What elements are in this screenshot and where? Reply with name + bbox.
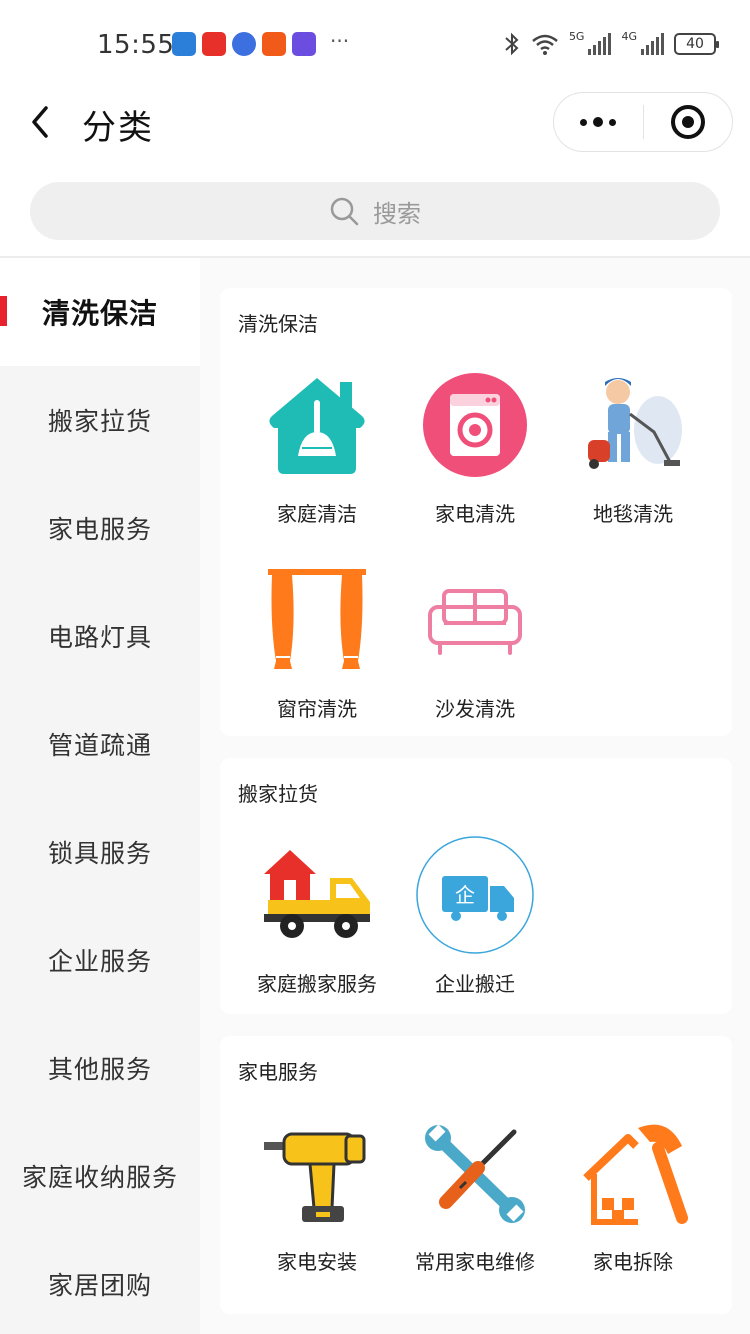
enterprise-badge: 企 (455, 883, 475, 907)
sofa-icon (428, 589, 522, 655)
washing-machine-icon (423, 373, 527, 477)
service-item[interactable]: 沙发清洗 (395, 565, 555, 745)
notification-app-icon (172, 32, 196, 56)
signal-bars-icon (588, 33, 612, 55)
status-bar: 15:55 ··· 5G 4G 40 (0, 0, 750, 90)
mini-program-capsule (553, 92, 733, 152)
drill-icon (264, 1132, 366, 1222)
service-label: 家电安装 (277, 1250, 357, 1274)
sidebar-item-storage[interactable]: 家庭收纳服务 (0, 1122, 200, 1230)
target-icon (670, 105, 705, 139)
sidebar-item-enterprise[interactable]: 企业服务 (0, 906, 200, 1014)
chevron-left-icon (32, 106, 48, 138)
bluetooth-icon (505, 32, 519, 56)
search-icon (330, 197, 359, 226)
wifi-icon (532, 34, 558, 55)
section-card: 清洗保洁 家庭清洁 家电清洗 地毯清洗 窗帘清洗 沙发清洗 (220, 288, 732, 736)
notification-app-icon (292, 32, 316, 56)
sidebar-item-group-buy[interactable]: 家居团购 (0, 1230, 200, 1334)
service-item[interactable]: 家电拆除 (553, 1118, 713, 1298)
service-item[interactable]: 家电安装 (237, 1118, 397, 1298)
section-title: 搬家拉货 (238, 782, 318, 806)
notification-app-icon (232, 32, 256, 56)
service-label: 家电清洗 (435, 502, 515, 526)
service-item[interactable]: 家电清洗 (395, 370, 555, 550)
section-title: 清洗保洁 (238, 312, 318, 336)
service-item[interactable]: 地毯清洗 (553, 370, 713, 550)
service-label: 企业搬迁 (435, 972, 515, 996)
service-item[interactable]: 常用家电维修 (395, 1118, 555, 1298)
more-dots-icon (580, 117, 617, 127)
carpet-cleaner-icon (588, 378, 682, 469)
sidebar-item-locks[interactable]: 锁具服务 (0, 798, 200, 906)
curtain-icon (268, 569, 366, 669)
enterprise-truck-icon: 企 (416, 836, 534, 954)
search-placeholder: 搜索 (373, 199, 421, 228)
service-label: 地毯清洗 (593, 502, 673, 526)
service-item[interactable]: 家庭清洁 (237, 370, 397, 550)
section-card: 搬家拉货 家庭搬家服务 企 企业搬迁 (220, 758, 732, 1014)
battery-icon: 40 (674, 33, 719, 55)
sidebar-item-appliance[interactable]: 家电服务 (0, 474, 200, 582)
system-indicators: 5G 4G 40 (503, 29, 719, 56)
service-label: 家庭清洁 (277, 502, 357, 526)
sidebar-item-other[interactable]: 其他服务 (0, 1014, 200, 1122)
service-label: 窗帘清洗 (277, 697, 357, 721)
section-card: 家电服务 家电安装 常用家电维修 家电拆除 (220, 1036, 732, 1314)
service-item[interactable]: 企 企业搬迁 (395, 836, 555, 1020)
sidebar-item-pipe[interactable]: 管道疏通 (0, 690, 200, 798)
service-label: 家电拆除 (593, 1250, 673, 1274)
service-item[interactable]: 窗帘清洗 (237, 565, 397, 745)
network-type-4g: 4G (621, 29, 637, 43)
notification-app-icon (262, 32, 286, 56)
more-notifications-icon: ··· (330, 29, 350, 53)
sidebar-item-moving[interactable]: 搬家拉货 (0, 366, 200, 474)
hammer-house-icon (583, 1124, 688, 1225)
section-title: 家电服务 (238, 1060, 318, 1084)
sidebar-item-electrical[interactable]: 电路灯具 (0, 582, 200, 690)
wrench-screwdriver-icon (425, 1124, 525, 1223)
service-item[interactable]: 家庭搬家服务 (237, 840, 397, 1020)
notification-app-icon (202, 32, 226, 56)
page-title: 分类 (82, 108, 154, 148)
category-sidebar: 清洗保洁 搬家拉货 家电服务 电路灯具 管道疏通 锁具服务 企业服务 其他服务 … (0, 258, 200, 1334)
close-program-button[interactable] (644, 92, 733, 152)
search-input[interactable]: 搜索 (30, 182, 720, 240)
notification-icons: ··· (172, 29, 350, 56)
nav-bar: 分类 (0, 90, 750, 160)
more-menu-button[interactable] (554, 92, 643, 152)
house-broom-icon (269, 378, 365, 474)
service-label: 家庭搬家服务 (257, 972, 377, 996)
sidebar-item-cleaning[interactable]: 清洗保洁 (0, 258, 200, 366)
service-label: 沙发清洗 (435, 697, 515, 721)
back-button[interactable] (26, 102, 56, 142)
service-label: 常用家电维修 (415, 1250, 535, 1274)
signal-bars-icon (641, 33, 664, 55)
category-content: 清洗保洁 家庭清洁 家电清洗 地毯清洗 窗帘清洗 沙发清洗 搬家拉货 家庭搬家服… (200, 258, 750, 1334)
moving-truck-icon (264, 850, 370, 938)
status-time: 15:55 (97, 30, 175, 60)
network-type-5g: 5G (568, 29, 585, 43)
